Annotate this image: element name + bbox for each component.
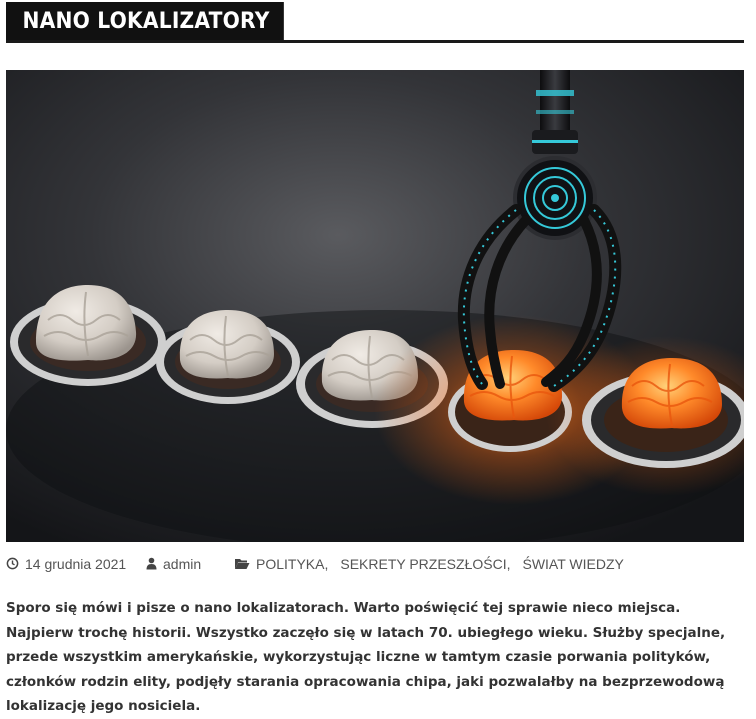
post-author-link[interactable]: admin [163, 556, 201, 572]
folder-open-icon [234, 557, 250, 572]
post-title[interactable]: NANO LOKALIZATORY [6, 2, 285, 40]
post-meta: 14 grudnia 2021 admin POLITYKA, SEKRETY … [6, 556, 744, 578]
post-author: admin [146, 556, 201, 572]
post-date-link[interactable]: 14 grudnia 2021 [25, 556, 126, 572]
clock-icon [6, 557, 19, 572]
category-link-swiat-wiedzy[interactable]: ŚWIAT WIEDZY [522, 556, 623, 572]
post-categories: POLITYKA, SEKRETY PRZESZŁOŚCI, ŚWIAT WIE… [234, 556, 624, 572]
post-title-bar: NANO LOKALIZATORY [6, 2, 744, 43]
post-excerpt: Sporo się mówi i pisze o nano lokalizato… [6, 600, 726, 714]
featured-image[interactable] [6, 70, 744, 542]
category-link-sekrety-przeszlosci[interactable]: SEKRETY PRZESZŁOŚCI, [340, 556, 510, 572]
post-date: 14 grudnia 2021 [6, 556, 126, 572]
featured-image-illustration [6, 70, 744, 542]
category-link-polityka[interactable]: POLITYKA, [256, 556, 328, 572]
user-icon [146, 557, 157, 572]
